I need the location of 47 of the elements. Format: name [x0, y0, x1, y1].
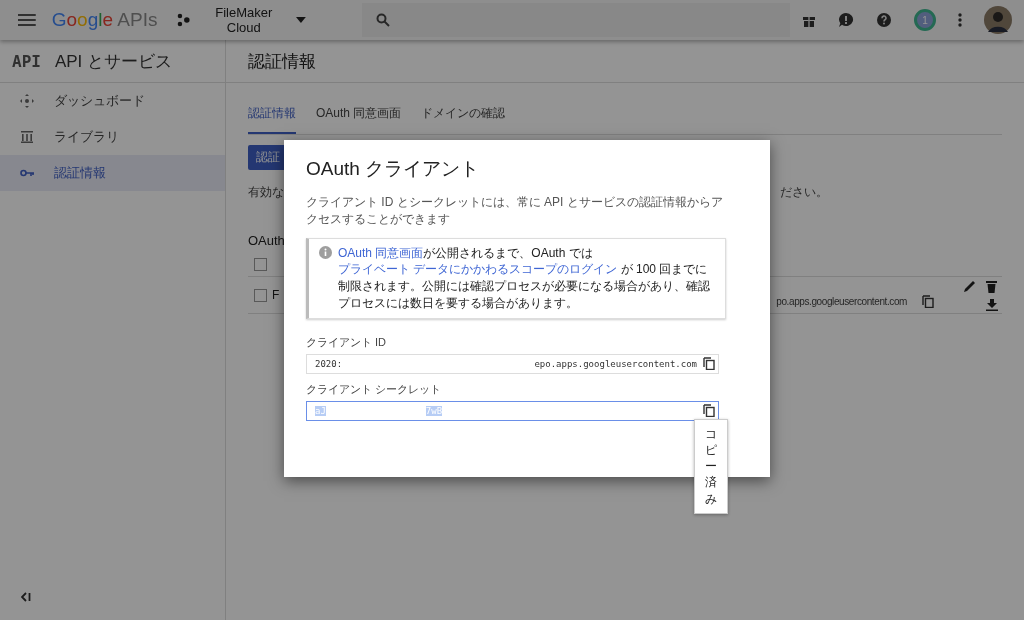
- input-field[interactable]: 2020: epo.apps.googleusercontent.com: [306, 353, 719, 374]
- sidebar-item[interactable]: ダッシュボード: [0, 83, 225, 119]
- table-cell: po.apps.googleusercontent.com: [776, 295, 907, 307]
- library-icon: [20, 131, 34, 143]
- menu-icon[interactable]: [18, 14, 36, 26]
- search-icon: [376, 13, 391, 27]
- field-label: クライアント ID: [306, 334, 388, 350]
- page-title: 認証情報: [226, 40, 1024, 83]
- key-icon: [20, 169, 34, 177]
- notice-text: ださい。: [780, 184, 828, 201]
- dialog-description: クライアント ID とシークレットには、常に API とサービスの認証情報からアクセスすることができます: [306, 194, 724, 228]
- project-icon: [177, 13, 192, 27]
- more-icon[interactable]: [958, 13, 962, 27]
- section-title: OAuth: [248, 233, 286, 248]
- copy-icon[interactable]: [922, 294, 934, 308]
- api-logo: API: [12, 51, 41, 71]
- notice-text: 有効な: [248, 184, 284, 201]
- project-selector[interactable]: FileMaker Cloud: [173, 5, 311, 35]
- edit-icon[interactable]: [964, 279, 976, 292]
- sidebar-title: API とサービス: [54, 50, 173, 73]
- sidebar-item[interactable]: ライブラリ: [0, 119, 225, 155]
- tooltip: コピー済み: [694, 418, 728, 514]
- collapse-icon[interactable]: [21, 592, 31, 602]
- dialog-title: OAuth クライアント: [306, 157, 481, 181]
- logo[interactable]: Google APIs: [51, 9, 158, 31]
- link[interactable]: OAuth 同意画面: [338, 245, 424, 260]
- link[interactable]: プライベート データにかかわるスコープのログイン: [338, 262, 618, 277]
- tab[interactable]: ドメインの確認: [421, 97, 506, 134]
- feedback-icon[interactable]: [838, 12, 854, 28]
- caret-icon: [296, 17, 307, 23]
- checkbox[interactable]: [254, 257, 267, 271]
- tab[interactable]: OAuth 同意画面: [316, 97, 402, 134]
- copy-icon[interactable]: [703, 404, 715, 418]
- help-icon[interactable]: [876, 12, 892, 28]
- info-icon: [319, 245, 332, 259]
- sidebar-item[interactable]: 認証情報: [0, 155, 225, 191]
- info-text: OAuth 同意画面が公開されるまで、OAuth では プライベート データにかかわるスコープのログイン が 100 回までに制限されます。公開には確認プロセスが必要になる場合があり、確認プロセスには数日を要する場合があります。: [338, 244, 711, 312]
- search-field[interactable]: [362, 3, 790, 37]
- delete-icon[interactable]: [986, 279, 997, 293]
- table-cell: F: [272, 288, 280, 302]
- checkbox[interactable]: [254, 288, 267, 302]
- download-icon[interactable]: [986, 298, 998, 311]
- copy-icon[interactable]: [703, 357, 715, 371]
- tab[interactable]: 認証情報: [248, 97, 296, 134]
- avatar[interactable]: [984, 6, 1012, 34]
- dashboard-icon: [20, 94, 34, 108]
- field-label: クライアント シークレット: [306, 381, 443, 397]
